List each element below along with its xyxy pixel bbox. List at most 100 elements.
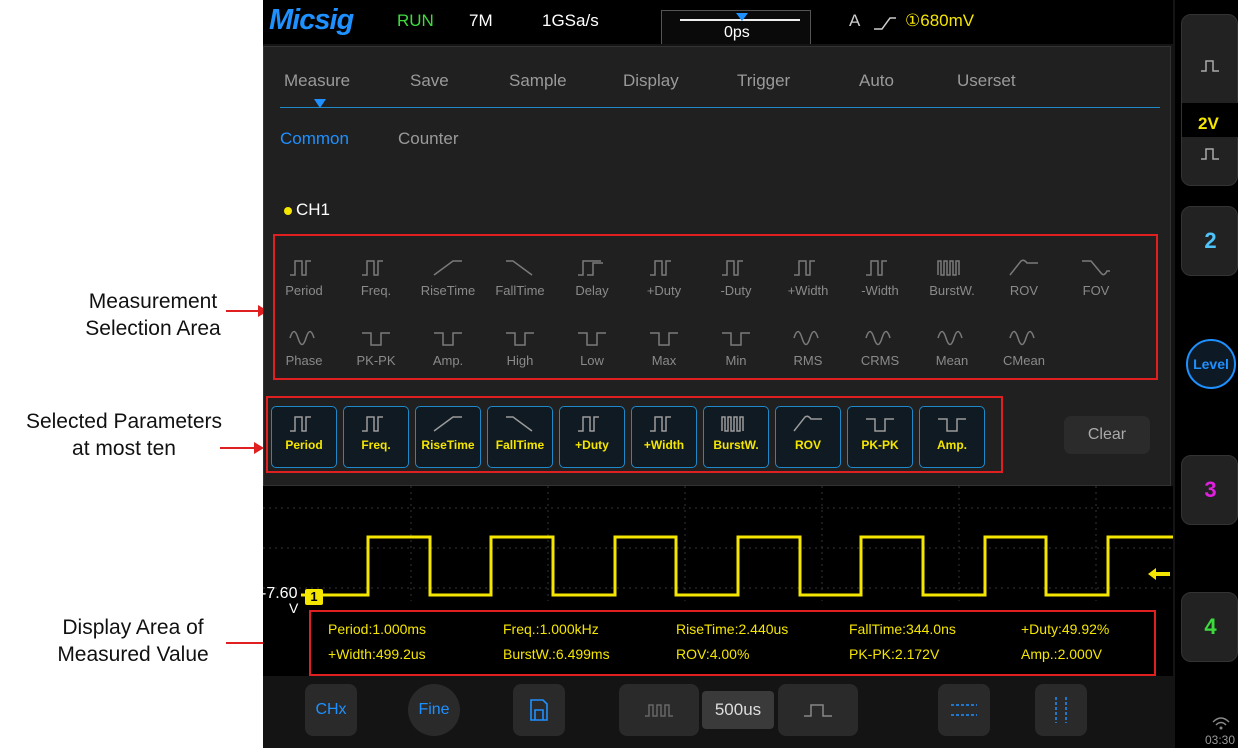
annotation-selected-parameters: Selected Parameters at most ten <box>25 410 223 460</box>
pkminus-pk-icon <box>866 418 894 432</box>
freq-icon <box>362 260 383 276</box>
tab-measure[interactable]: Measure <box>284 71 350 91</box>
run-status[interactable]: RUN <box>397 11 434 31</box>
amp-icon <box>938 418 966 432</box>
timebase-decrease-button[interactable] <box>619 684 699 736</box>
clear-button[interactable]: Clear <box>1064 416 1150 454</box>
tab-sample[interactable]: Sample <box>509 71 567 91</box>
measure-option-mean[interactable]: Mean <box>922 327 982 368</box>
selected-plusminus-width[interactable]: +Width <box>631 406 697 468</box>
measure-option-pkminus-pk[interactable]: PK-PK <box>346 327 406 368</box>
measure-option-plusminus-width[interactable]: +Width <box>778 257 838 298</box>
measure-option-plusminus-duty[interactable]: +Duty <box>634 257 694 298</box>
selected-period[interactable]: Period <box>271 406 337 468</box>
selected-label: Amp. <box>937 438 967 452</box>
selected-plusminus-duty[interactable]: +Duty <box>559 406 625 468</box>
plusminus-width-icon <box>650 416 671 432</box>
measure-option-risetime[interactable]: RiseTime <box>418 257 478 298</box>
ch2-button[interactable]: 2 <box>1181 206 1238 276</box>
measured-value: RiseTime:2.440us <box>676 621 789 637</box>
minus-duty-icon <box>722 260 743 276</box>
timebase-value[interactable]: 500us <box>702 691 774 729</box>
measure-option-high[interactable]: High <box>490 327 550 368</box>
selected-freq[interactable]: Freq. <box>343 406 409 468</box>
selected-risetime[interactable]: RiseTime <box>415 406 481 468</box>
measure-option-rms[interactable]: RMS <box>778 327 838 368</box>
chx-button[interactable]: CHx <box>305 684 357 736</box>
max-icon <box>650 332 678 346</box>
subtab-common[interactable]: Common <box>280 129 349 149</box>
measure-option-burstw[interactable]: BurstW. <box>922 257 982 298</box>
measure-option-low[interactable]: Low <box>562 327 622 368</box>
horizontal-cursor-icon <box>951 704 977 716</box>
tab-display[interactable]: Display <box>623 71 679 91</box>
amp-icon <box>434 332 462 346</box>
level-knob[interactable]: Level <box>1186 339 1236 389</box>
annotation-measurement-selection: Measurement Selection Area <box>85 290 221 340</box>
measure-option-label: CMean <box>1003 353 1045 368</box>
measure-option-falltime[interactable]: FallTime <box>490 257 550 298</box>
selected-pkminus-pk[interactable]: PK-PK <box>847 406 913 468</box>
fine-button[interactable]: Fine <box>408 684 460 736</box>
delay-icon <box>578 260 603 276</box>
ch4-button[interactable]: 4 <box>1181 592 1238 662</box>
selected-label: ROV <box>794 438 821 452</box>
measure-option-cmean[interactable]: CMean <box>994 327 1054 368</box>
subtab-counter[interactable]: Counter <box>398 129 458 149</box>
vertical-cursor-button[interactable] <box>1035 684 1087 736</box>
measured-value: FallTime:344.0ns <box>849 621 956 637</box>
tab-auto[interactable]: Auto <box>859 71 894 91</box>
tab-save[interactable]: Save <box>410 71 449 91</box>
measure-option-label: ROV <box>1009 283 1039 298</box>
measure-option-amp[interactable]: Amp. <box>418 327 478 368</box>
measure-option-label: Delay <box>575 283 609 298</box>
measure-option-rov[interactable]: ROV <box>994 257 1054 298</box>
measure-option-minus-width[interactable]: -Width <box>850 257 910 298</box>
measure-option-label: FallTime <box>495 283 545 298</box>
save-button[interactable] <box>513 684 565 736</box>
measure-option-label: Max <box>651 353 677 368</box>
trigger-position[interactable]: 0ps <box>661 10 811 44</box>
measure-option-label: -Duty <box>720 283 752 298</box>
measure-option-minus-duty[interactable]: -Duty <box>706 257 766 298</box>
selected-amp[interactable]: Amp. <box>919 406 985 468</box>
trigger-source[interactable]: A <box>849 11 860 31</box>
timebase-increase-button[interactable] <box>778 684 858 736</box>
measure-option-crms[interactable]: CRMS <box>850 327 910 368</box>
compress-pulse-icon <box>645 704 673 717</box>
ch1-marker[interactable]: 1 <box>305 589 323 605</box>
burstw-icon <box>721 416 744 432</box>
memory-depth[interactable]: 7M <box>469 11 493 31</box>
waveform-area: -7.60 V 1 Period:1.000ms Freq.:1.000kHz Ri… <box>263 486 1173 676</box>
channel-selector[interactable]: CH1 <box>284 200 330 220</box>
measure-option-fov[interactable]: FOV <box>1066 257 1126 298</box>
selected-label: RiseTime <box>421 438 475 452</box>
ch3-button[interactable]: 3 <box>1181 455 1238 525</box>
measure-option-phase[interactable]: Phase <box>274 327 334 368</box>
measure-option-label: BurstW. <box>929 283 975 298</box>
trigger-level[interactable]: ①680mV <box>905 11 974 31</box>
horizontal-cursor-button[interactable] <box>938 684 990 736</box>
measure-option-min[interactable]: Min <box>706 327 766 368</box>
selected-falltime[interactable]: FallTime <box>487 406 553 468</box>
sample-rate[interactable]: 1GSa/s <box>542 11 599 31</box>
measure-option-max[interactable]: Max <box>634 327 694 368</box>
measured-value: +Width:499.2us <box>328 646 426 662</box>
period-icon <box>290 416 311 432</box>
selected-rov[interactable]: ROV <box>775 406 841 468</box>
ch1-button[interactable]: 2V <box>1181 14 1238 186</box>
minus-width-icon <box>866 260 887 276</box>
measure-option-freq[interactable]: Freq. <box>346 257 406 298</box>
measure-option-period[interactable]: Period <box>274 257 334 298</box>
rising-edge-icon <box>874 17 896 30</box>
measure-option-label: -Width <box>861 283 899 298</box>
trigger-level-arrow-icon <box>1148 568 1170 580</box>
selected-burstw[interactable]: BurstW. <box>703 406 769 468</box>
selected-label: +Duty <box>575 438 609 452</box>
freq-icon <box>362 416 383 432</box>
measure-option-delay[interactable]: Delay <box>562 257 622 298</box>
pulse-icon <box>1201 148 1219 160</box>
tab-trigger[interactable]: Trigger <box>737 71 790 91</box>
tab-userset[interactable]: Userset <box>957 71 1016 91</box>
top-status-bar: Micsig RUN 7M 1GSa/s 0ps A ①680mV <box>263 0 1173 44</box>
